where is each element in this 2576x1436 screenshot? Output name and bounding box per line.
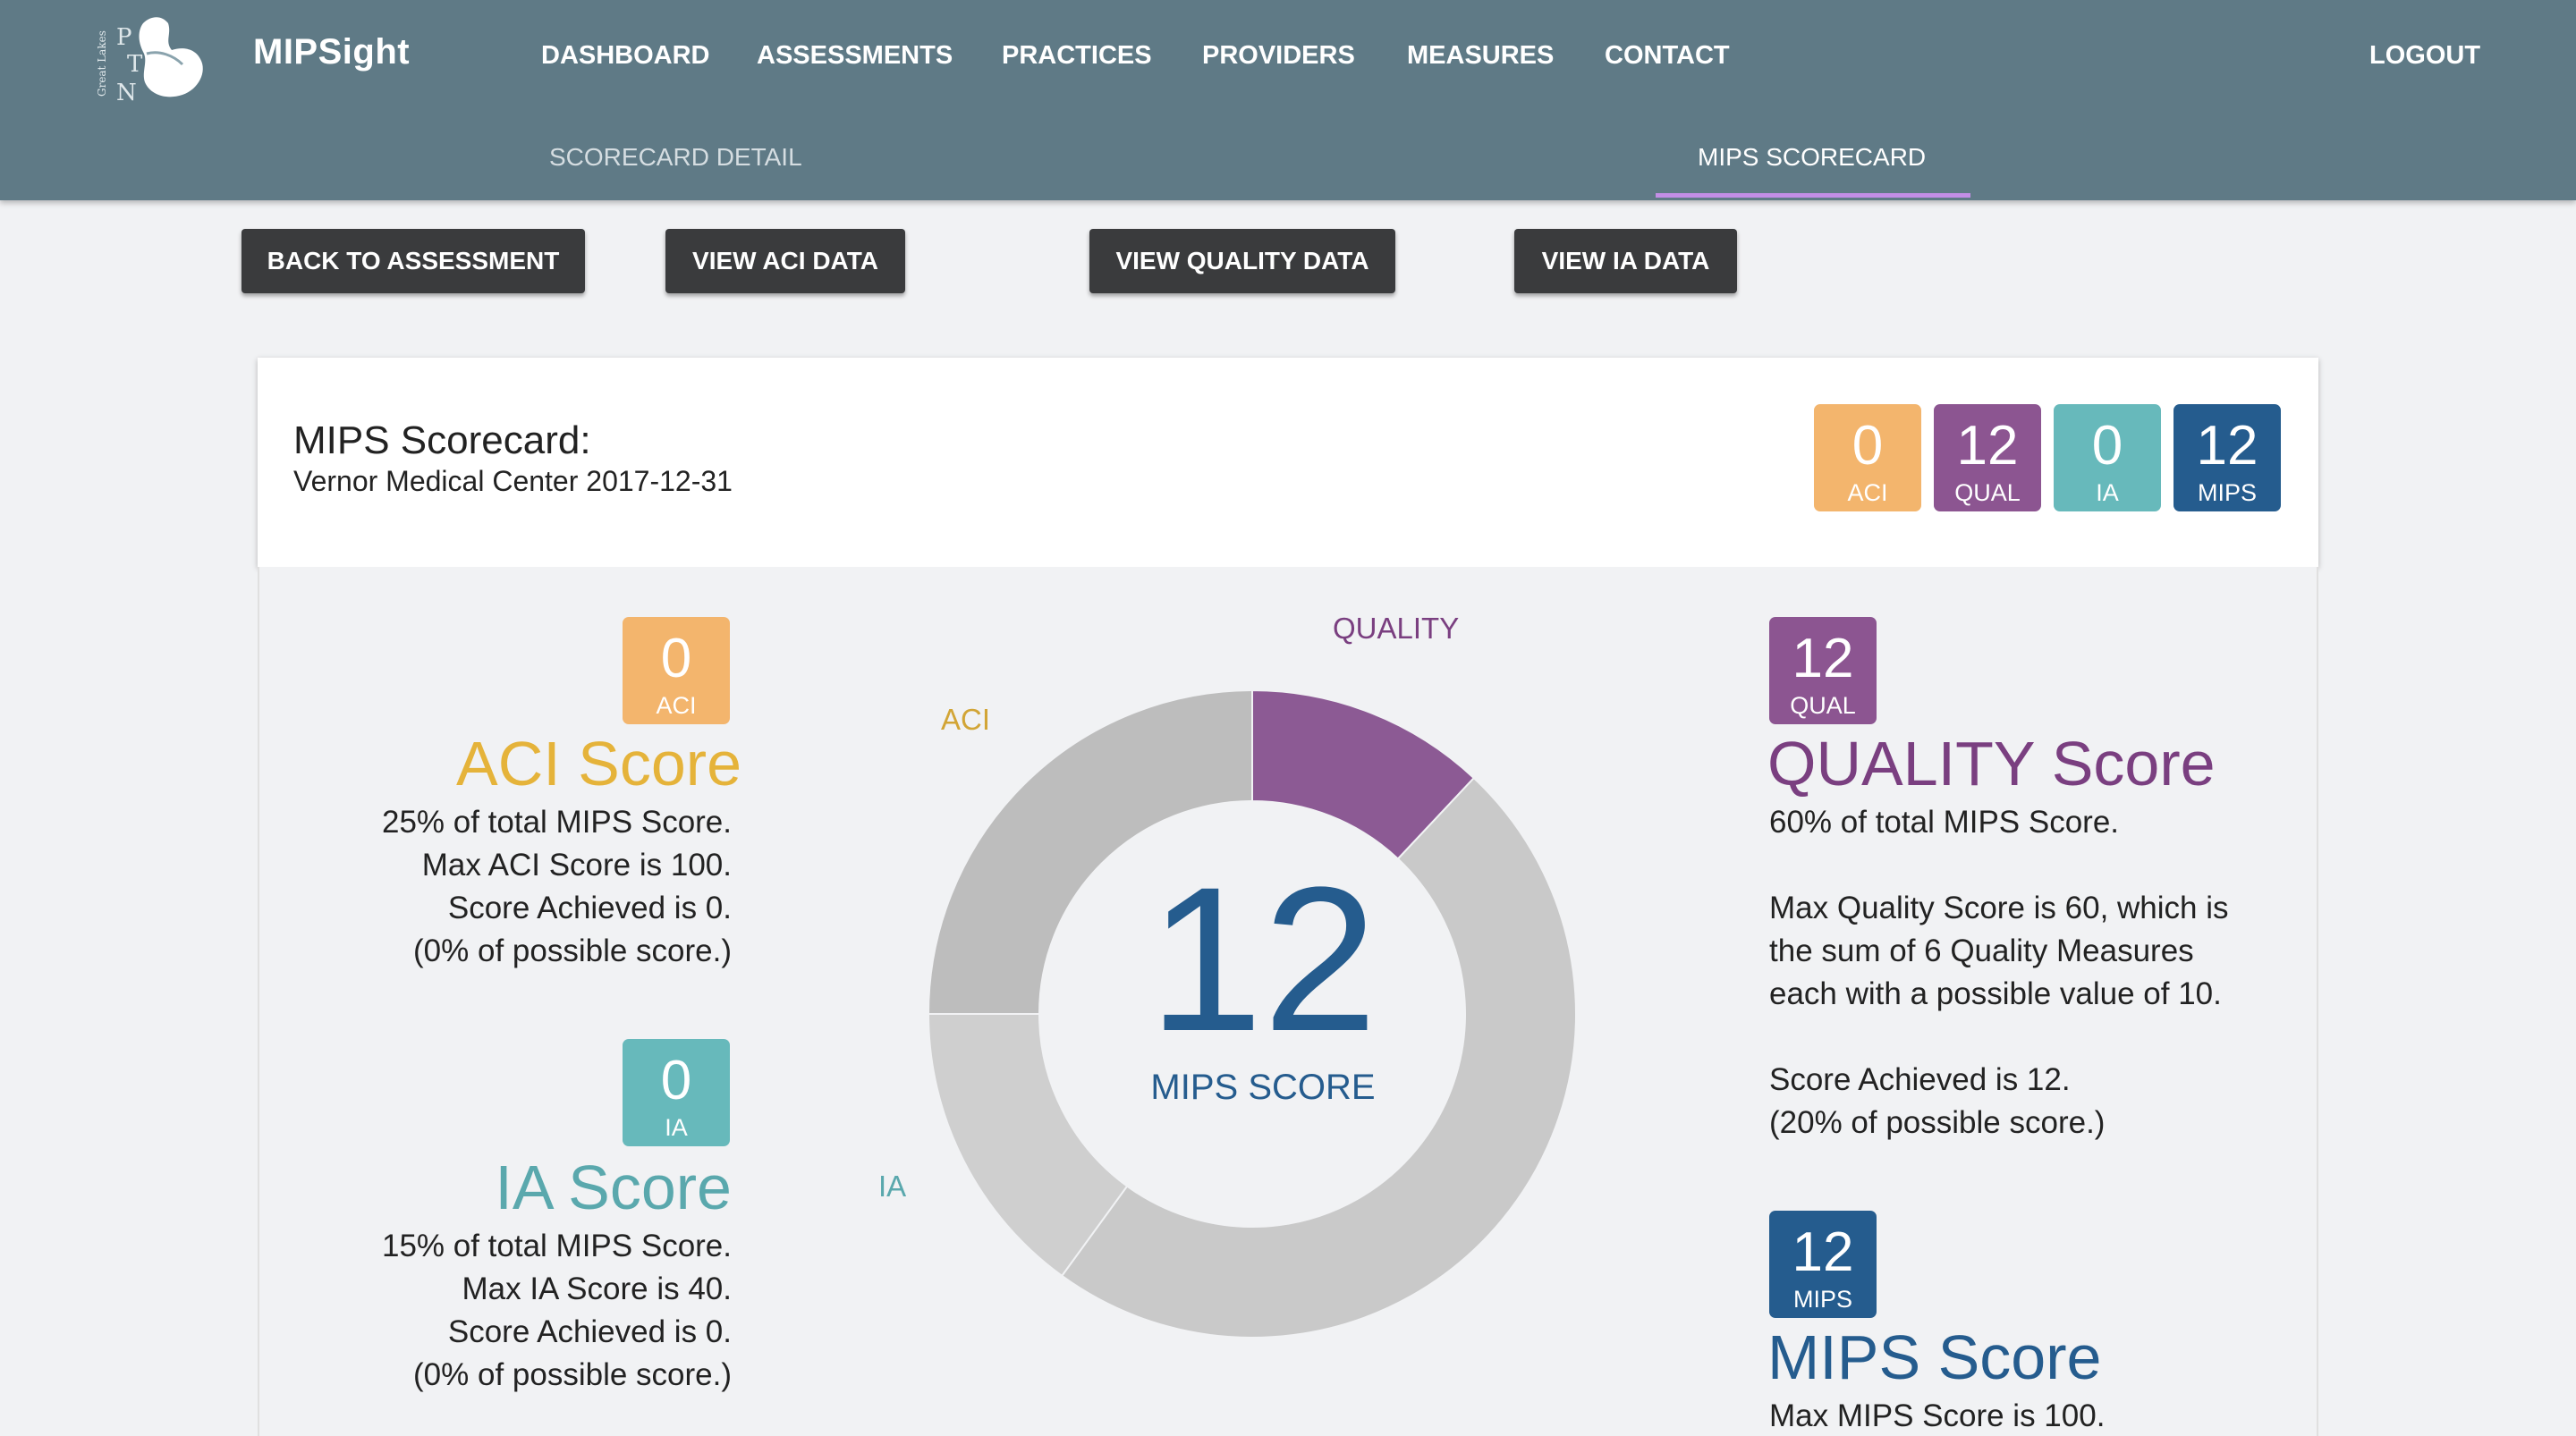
ia-section-badge-value: 0 [660,1050,692,1111]
ia-badge-label: IA [2096,479,2119,506]
ia-section-badge: 0 IA [623,1039,730,1146]
ia-description: 15% of total MIPS Score. Max IA Score is… [340,1225,732,1397]
view-aci-data-button[interactable]: VIEW ACI DATA [665,229,905,293]
svg-text:P: P [116,24,132,51]
qual-badge: 12 QUAL [1934,404,2041,511]
nav-providers[interactable]: PROVIDERS [1202,41,1355,71]
qual-badge-label: QUAL [1954,479,2021,506]
aci-desc-line: 25% of total MIPS Score. [381,805,732,840]
mips-description: Max MIPS Score is 100. [1769,1398,2106,1433]
svg-text:T: T [127,51,143,78]
quality-desc-line: Score Achieved is 12. [1769,1062,2071,1097]
aci-section-badge-value: 0 [660,628,692,689]
scorecard-header-card: MIPS Scorecard: Vernor Medical Center 20… [258,358,2318,567]
quality-score-title: QUALITY Score [1767,729,2216,798]
mips-section-badge-label: MIPS [1792,1286,1852,1313]
ia-badge-value: 0 [2091,415,2123,477]
nav-measures[interactable]: MEASURES [1407,41,1554,71]
great-lakes-ptn-logo[interactable]: Great Lakes P T N [97,7,218,107]
quality-description-3: Score Achieved is 12. (20% of possible s… [1769,1059,2105,1145]
quality-description-2: Max Quality Score is 60, which is the su… [1769,887,2229,1016]
nav-dashboard[interactable]: DASHBOARD [541,41,710,71]
mips-badge-value: 12 [2196,415,2258,477]
quality-desc-line: each with a possible value of 10. [1769,976,2222,1011]
view-quality-data-button[interactable]: VIEW QUALITY DATA [1089,229,1395,293]
ia-desc-line: (0% of possible score.) [413,1357,732,1392]
active-tab-indicator [1656,193,1970,198]
ia-desc-line: 15% of total MIPS Score. [381,1229,732,1263]
donut-label-aci: ACI [941,703,991,736]
mips-section-badge-value: 12 [1792,1221,1854,1283]
quality-desc-line: (20% of possible score.) [1769,1105,2106,1140]
quality-section-badge: 12 QUAL [1769,617,1877,724]
quality-desc-line: Max Quality Score is 60, which is [1769,891,2229,925]
donut-center-value: 12 [1148,844,1377,1074]
aci-score-title: ACI Score [456,729,741,798]
aci-desc-line: Score Achieved is 0. [447,891,732,925]
nav-practices[interactable]: PRACTICES [1002,41,1152,71]
nav-assessments[interactable]: ASSESSMENTS [757,41,953,71]
qual-badge-value: 12 [1956,415,2019,477]
top-navbar: Great Lakes P T N MIPSight DASHBOARD ASS… [0,0,2576,200]
quality-description-1: 60% of total MIPS Score. [1769,805,2120,840]
aci-badge: 0 ACI [1814,404,1921,511]
aci-desc-line: Max ACI Score is 100. [421,848,732,883]
mips-section-badge: 12 MIPS [1769,1211,1877,1318]
mips-score-title: MIPS Score [1767,1322,2102,1392]
scorecard-title: MIPS Scorecard: [293,418,591,462]
ia-section-badge-label: IA [665,1114,688,1141]
donut-label-quality: QUALITY [1333,612,1460,645]
quality-section-badge-label: QUAL [1790,692,1856,719]
aci-section-badge: 0 ACI [623,617,730,724]
svg-text:N: N [116,80,137,106]
aci-badge-value: 0 [1852,415,1884,477]
nav-contact[interactable]: CONTACT [1605,41,1730,71]
donut-center-label: MIPS SCORE [1150,1068,1376,1107]
donut-label-ia: IA [878,1170,907,1203]
aci-description: 25% of total MIPS Score. Max ACI Score i… [340,801,732,973]
aci-desc-line: (0% of possible score.) [413,933,732,968]
view-ia-data-button[interactable]: VIEW IA DATA [1514,229,1737,293]
scorecard-subtitle: Vernor Medical Center 2017-12-31 [293,465,733,497]
brand-name[interactable]: MIPSight [253,32,410,72]
mips-badge-label: MIPS [2197,479,2257,506]
tab-scorecard-detail[interactable]: SCORECARD DETAIL [549,143,802,172]
aci-section-badge-label: ACI [656,692,697,719]
back-to-assessment-button[interactable]: BACK TO ASSESSMENT [242,229,585,293]
svg-text:Great Lakes: Great Lakes [97,30,108,97]
logout-link[interactable]: LOGOUT [2369,41,2480,71]
aci-badge-label: ACI [1847,479,1888,506]
tab-mips-scorecard[interactable]: MIPS SCORECARD [1698,143,1926,172]
ia-badge: 0 IA [2054,404,2161,511]
mips-badge: 12 MIPS [2174,404,2281,511]
ia-desc-line: Score Achieved is 0. [447,1314,732,1349]
quality-section-badge-value: 12 [1792,628,1854,689]
ia-score-title: IA Score [495,1153,732,1222]
quality-desc-line: the sum of 6 Quality Measures [1769,933,2194,968]
ia-desc-line: Max IA Score is 40. [462,1271,732,1306]
